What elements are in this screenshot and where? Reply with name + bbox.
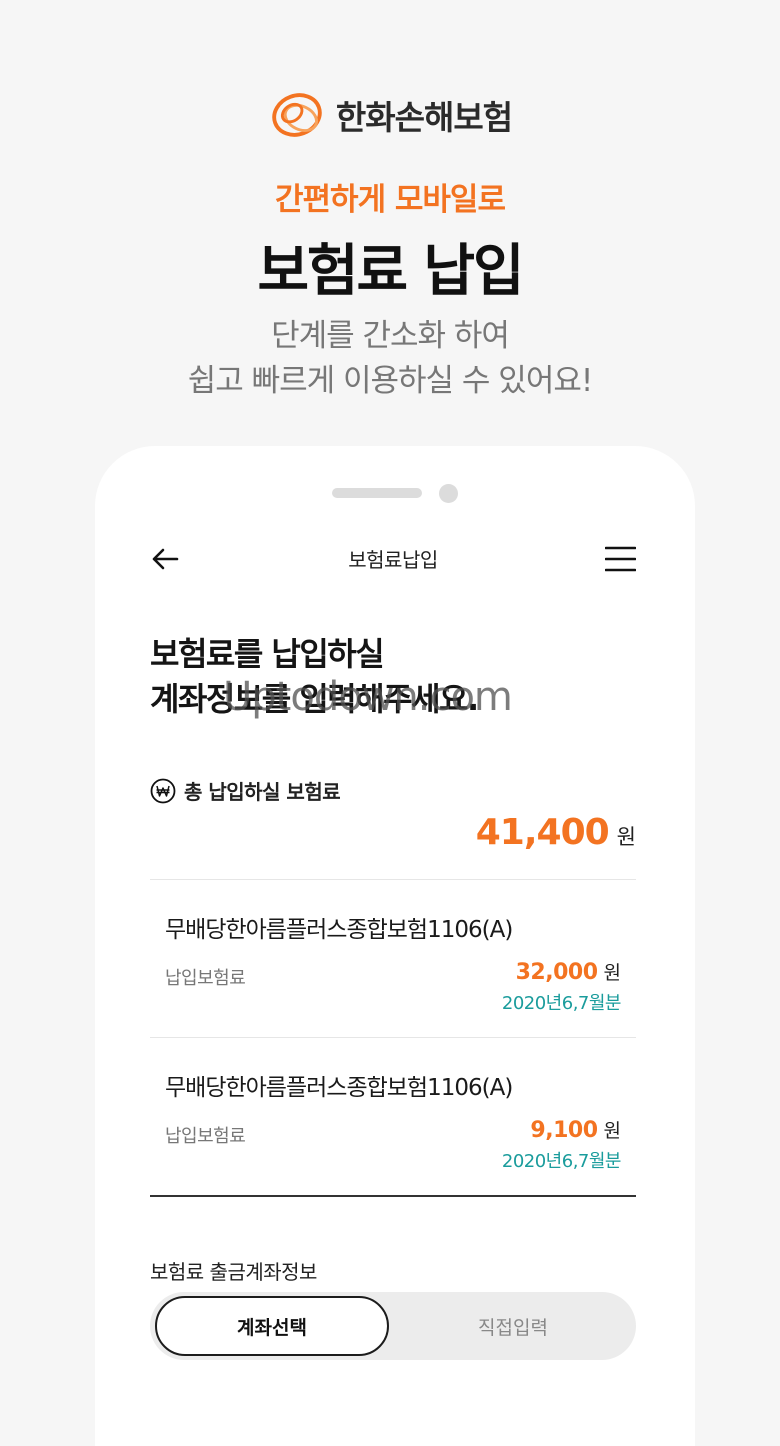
item-period: 2020년6,7월분 [501,993,622,1014]
item-unit: 원 [603,1120,621,1142]
account-section-label: 보험료 출금계좌정보 [150,1260,317,1284]
item-unit: 원 [603,962,621,984]
hamburger-menu-icon[interactable] [605,544,636,574]
direct-input-tab[interactable]: 직접입력 [395,1298,631,1354]
page-title: 보험료를 납입하실 계좌정보를 입력해주세요. [150,632,479,722]
item-value: 9,100 [530,1118,598,1143]
list-item: 무배당한아름플러스종합보험1106(A) 납입보험료 9,100 원 2020년… [150,1044,636,1174]
promo-headline: 보험료 납입 [257,239,524,304]
list-item: 무배당한아름플러스종합보험1106(A) 납입보험료 32,000 원 2020… [150,886,636,1016]
page-title-line2: 계좌정보를 입력해주세요. [150,680,479,718]
item-amount: 32,000 원 [516,958,621,985]
promo-tagline: 간편하게 모바일로 [275,182,506,218]
item-period: 2020년6,7월분 [501,1151,622,1172]
phone-camera [439,484,458,503]
phone-speaker [332,488,422,498]
divider [150,879,636,880]
item-label: 납입보험료 [165,1126,246,1147]
phone-mockup: 보험료납입 보험료를 납입하실 계좌정보를 입력해주세요. Uptodown.c… [95,446,695,1446]
won-circle-icon [150,778,176,803]
item-value: 32,000 [515,960,598,985]
select-account-tab[interactable]: 계좌선택 [155,1296,389,1356]
promo-desc-line1: 단계를 간소화 하여 [271,318,510,354]
total-row: 총 납입하실 보험료 [150,776,341,805]
brand-name: 한화손해보험 [335,98,513,137]
header-title: 보험료납입 [348,548,438,572]
hanwha-logo-icon [272,93,322,137]
total-amount: 41,400 원 [476,812,636,853]
total-label: 총 납입하실 보험료 [184,780,341,804]
item-amount: 9,100 원 [530,1116,621,1143]
section-divider [150,1195,636,1197]
page-title-line1: 보험료를 납입하실 [150,635,385,673]
total-value: 41,400 [475,812,610,853]
item-name: 무배당한아름플러스종합보험1106(A) [165,1075,513,1101]
promo-description: 단계를 간소화 하여 쉽고 빠르게 이용하실 수 있어요! [0,314,780,404]
divider [150,1037,636,1038]
brand-logo: 한화손해보험 [0,86,780,144]
total-unit: 원 [616,825,636,849]
item-name: 무배당한아름플러스종합보험1106(A) [165,917,513,943]
item-label: 납입보험료 [165,968,246,989]
app-header: 보험료납입 [150,540,636,578]
promo-desc-line2: 쉽고 빠르게 이용하실 수 있어요! [187,363,594,399]
account-input-toggle: 계좌선택 직접입력 [150,1292,636,1360]
